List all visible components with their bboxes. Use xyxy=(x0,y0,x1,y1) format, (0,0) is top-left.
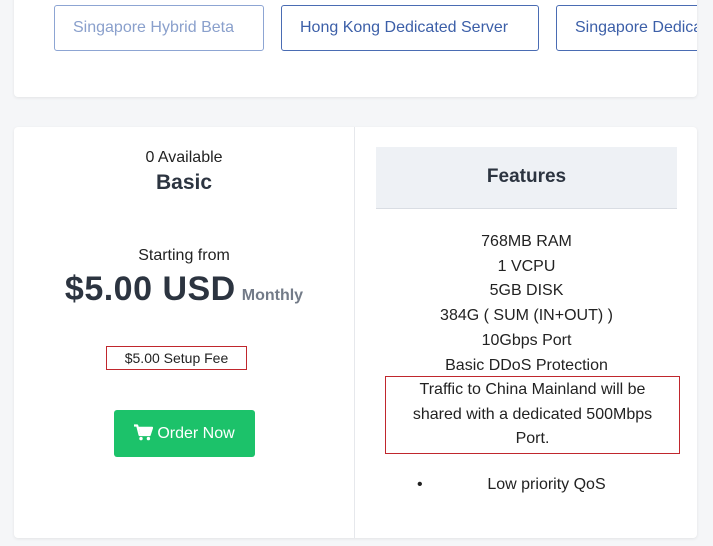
billing-cycle: Monthly xyxy=(241,287,304,304)
list-item: • Low priority QoS xyxy=(376,473,677,497)
plan-name: Basic xyxy=(155,171,213,194)
feature-port: 10Gbps Port xyxy=(481,331,572,349)
order-now-label: Order Now xyxy=(157,425,235,442)
feature-ram: 768MB RAM xyxy=(481,233,572,250)
china-traffic-note: Traffic to China Mainland will be shared… xyxy=(385,378,680,452)
china-note-line: shared with a dedicated 500Mbps xyxy=(412,405,653,423)
tab-hong-kong-dedicated-server[interactable]: Hong Kong Dedicated Server xyxy=(281,5,539,51)
availability-count: 0 Available xyxy=(145,149,223,166)
feature-qos: Low priority QoS xyxy=(487,476,606,493)
cart-icon xyxy=(134,413,154,460)
feature-ddos: Basic DDoS Protection xyxy=(445,356,608,374)
price-row: $5.00 USD Monthly xyxy=(14,270,354,309)
features-list: 768MB RAM 1 VCPU 5GB DISK 384G ( SUM (IN… xyxy=(376,230,677,378)
pricing-column: 0 Available Basic Starting from $5.00 US… xyxy=(14,127,354,538)
feature-bandwidth: 384G ( SUM (IN+OUT) ) xyxy=(440,307,613,325)
features-heading: Features xyxy=(376,147,677,209)
tab-singapore-hybrid-beta[interactable]: Singapore Hybrid Beta xyxy=(54,5,264,51)
setup-fee: $5.00 Setup Fee xyxy=(106,346,247,370)
feature-vcpu: 1 VCPU xyxy=(497,257,556,275)
price-amount: $5.00 USD xyxy=(64,270,236,308)
china-note-line: Traffic to China Mainland will be xyxy=(419,381,646,398)
category-tabs-card: Singapore Hybrid Beta Hong Kong Dedicate… xyxy=(14,0,697,97)
starting-from-label: Starting from xyxy=(138,247,230,264)
china-note-line: Port. xyxy=(515,430,550,448)
tab-singapore-dedicated-server[interactable]: Singapore Dedicated Server xyxy=(556,5,697,51)
product-card: 0 Available Basic Starting from $5.00 US… xyxy=(14,127,697,538)
order-now-button[interactable]: Order Now xyxy=(114,410,255,457)
feature-disk: 5GB DISK xyxy=(489,282,564,300)
column-divider xyxy=(354,127,355,538)
